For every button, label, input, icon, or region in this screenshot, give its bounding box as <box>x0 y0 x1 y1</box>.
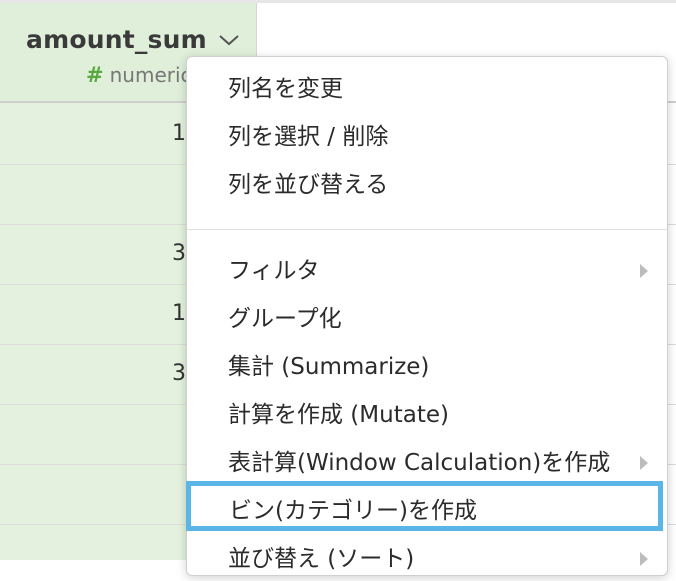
menu-item-filter[interactable]: フィルタ <box>187 249 667 293</box>
table-cell[interactable]: 3 <box>172 361 186 386</box>
chevron-down-icon[interactable] <box>218 33 240 47</box>
submenu-arrow-icon <box>640 264 648 278</box>
menu-item-label: グループ化 <box>228 306 342 332</box>
menu-item-label: 列を並び替える <box>228 172 389 198</box>
column-type-label: numeric <box>109 63 192 87</box>
menu-item-summarize[interactable]: 集計 (Summarize) <box>187 345 667 389</box>
table-cell[interactable]: 1 <box>172 301 186 326</box>
menu-item-reorder-columns[interactable]: 列を並び替える <box>187 163 667 207</box>
menu-item-label: 表計算(Window Calculation)を作成 <box>228 450 611 476</box>
menu-item-label: フィルタ <box>228 258 320 284</box>
menu-item-rename-column[interactable]: 列名を変更 <box>187 67 667 111</box>
column-title: amount_sum <box>26 25 207 54</box>
menu-item-label: 集計 (Summarize) <box>228 354 430 380</box>
menu-item-mutate[interactable]: 計算を作成 (Mutate) <box>187 393 667 437</box>
menu-item-label: 列名を変更 <box>228 76 343 102</box>
menu-item-group-by[interactable]: グループ化 <box>187 297 667 341</box>
menu-item-window-calculation[interactable]: 表計算(Window Calculation)を作成 <box>187 441 667 485</box>
menu-item-label: 列を選択 / 削除 <box>228 124 389 150</box>
menu-divider <box>187 229 667 230</box>
menu-item-label: 並び替え (ソート) <box>228 546 415 572</box>
submenu-arrow-icon <box>640 552 648 566</box>
menu-item-sort[interactable]: 並び替え (ソート) <box>187 537 667 581</box>
menu-item-create-bins[interactable]: ビン(カテゴリー)を作成 <box>187 489 667 533</box>
menu-item-label: ビン(カテゴリー)を作成 <box>229 498 477 524</box>
submenu-arrow-icon <box>640 456 648 470</box>
menu-item-label: 計算を作成 (Mutate) <box>228 402 449 428</box>
hash-icon: # <box>86 63 104 87</box>
column-type: # numeric <box>86 63 192 87</box>
menu-item-select-delete-column[interactable]: 列を選択 / 削除 <box>187 115 667 159</box>
table-cell[interactable]: 3 <box>172 241 186 266</box>
table-cell[interactable]: 1 <box>172 121 186 146</box>
column-context-menu: 列名を変更 列を選択 / 削除 列を並び替える フィルタ グループ化 集計 (S… <box>186 56 668 576</box>
